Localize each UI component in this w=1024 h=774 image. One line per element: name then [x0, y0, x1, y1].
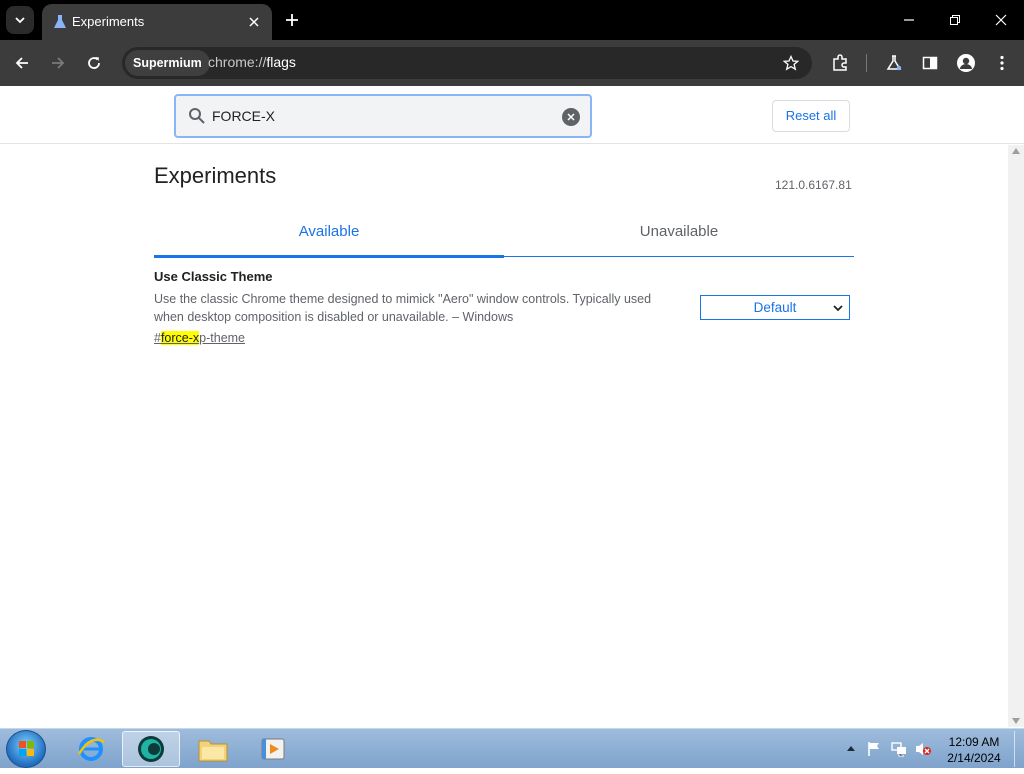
search-icon — [189, 108, 205, 124]
arrow-left-icon — [15, 57, 28, 69]
reset-all-button[interactable]: Reset all — [772, 100, 850, 132]
flags-search-field[interactable]: FORCE-X — [174, 94, 592, 138]
chevron-down-icon — [833, 305, 843, 312]
menu-button[interactable] — [988, 49, 1016, 77]
folder-icon — [198, 740, 228, 762]
experiment-tabs: Available Unavailable — [154, 217, 854, 258]
minimize-icon — [904, 19, 914, 21]
tab-available[interactable]: Available — [154, 223, 504, 240]
experiment-name: Use Classic Theme — [154, 269, 273, 284]
side-panel-icon — [922, 56, 938, 70]
reload-icon — [88, 57, 100, 69]
close-icon — [995, 14, 1007, 26]
back-button[interactable] — [8, 49, 36, 77]
taskbar-clock[interactable]: 12:09 AM 2/14/2024 — [940, 734, 1008, 766]
chevron-down-icon — [15, 17, 25, 24]
page-scrollbar[interactable] — [1008, 145, 1024, 727]
avatar-icon — [957, 54, 975, 72]
clock-time: 12:09 AM — [948, 735, 1000, 749]
flags-header: FORCE-X Reset all — [0, 86, 1024, 144]
network-icon[interactable] — [890, 741, 908, 757]
media-player-icon — [261, 738, 285, 760]
tab-unavailable[interactable]: Unavailable — [504, 223, 854, 240]
tab-title: Experiments — [72, 14, 145, 29]
experiment-state-select[interactable]: Default — [700, 295, 850, 320]
minimize-button[interactable] — [886, 0, 932, 40]
experiment-permalink[interactable]: #force-xp-theme — [154, 331, 245, 345]
star-icon — [783, 55, 799, 71]
supermium-icon — [138, 736, 164, 762]
arrow-right-icon — [52, 57, 65, 69]
tab-strip: Experiments — [0, 0, 1024, 40]
taskbar: 12:09 AM 2/14/2024 — [0, 728, 1024, 768]
flask-icon — [886, 55, 902, 71]
browser-tab[interactable]: Experiments — [42, 4, 272, 40]
taskbar-browser[interactable] — [122, 731, 180, 767]
close-window-button[interactable] — [978, 0, 1024, 40]
start-button[interactable] — [6, 730, 46, 768]
page-title: Experiments — [154, 163, 277, 188]
flask-icon — [54, 15, 66, 28]
volume-muted-icon[interactable] — [914, 741, 932, 757]
forward-button[interactable] — [44, 49, 72, 77]
flags-content: Experiments 121.0.6167.81 Available Unav… — [0, 145, 1008, 727]
scroll-down-arrow[interactable] — [1012, 718, 1020, 724]
address-bar[interactable]: Supermium chrome://flags — [122, 47, 812, 79]
experiment-description: Use the classic Chrome theme designed to… — [154, 292, 652, 324]
url-text[interactable]: chrome://flags — [208, 54, 296, 70]
show-hidden-icons-icon[interactable] — [846, 744, 856, 752]
restore-icon — [950, 15, 960, 25]
tab-close-button[interactable] — [244, 12, 264, 32]
toolbar-separator — [866, 54, 867, 72]
more-vert-icon — [1000, 55, 1004, 71]
show-desktop-button[interactable] — [1014, 731, 1024, 767]
scroll-up-arrow[interactable] — [1012, 148, 1020, 154]
labs-button[interactable] — [880, 49, 908, 77]
clear-search-button[interactable] — [562, 108, 580, 126]
close-icon — [567, 113, 575, 121]
tab-search-button[interactable] — [6, 6, 34, 34]
close-icon — [249, 17, 259, 27]
taskbar-ie[interactable] — [62, 731, 120, 767]
clock-date: 2/14/2024 — [947, 751, 1001, 765]
bookmark-button[interactable] — [780, 52, 802, 74]
side-panel-button[interactable] — [916, 49, 944, 77]
taskbar-explorer[interactable] — [184, 731, 242, 767]
active-tab-indicator — [154, 255, 504, 258]
restore-button[interactable] — [932, 0, 978, 40]
new-tab-button[interactable] — [280, 8, 304, 32]
extensions-button[interactable] — [826, 49, 854, 77]
search-match-highlight: force-x — [160, 331, 200, 345]
windows-logo-icon — [19, 741, 34, 756]
taskbar-media-player[interactable] — [244, 731, 302, 767]
browser-toolbar: Supermium chrome://flags — [0, 40, 1024, 86]
search-input[interactable]: FORCE-X — [212, 108, 275, 124]
internet-explorer-icon — [77, 737, 105, 761]
reload-button[interactable] — [80, 49, 108, 77]
site-chip[interactable]: Supermium — [125, 50, 210, 76]
version-label: 121.0.6167.81 — [775, 178, 852, 192]
action-center-flag-icon[interactable] — [866, 741, 882, 757]
plus-icon — [286, 14, 298, 26]
puzzle-icon — [833, 54, 847, 71]
profile-button[interactable] — [952, 49, 980, 77]
